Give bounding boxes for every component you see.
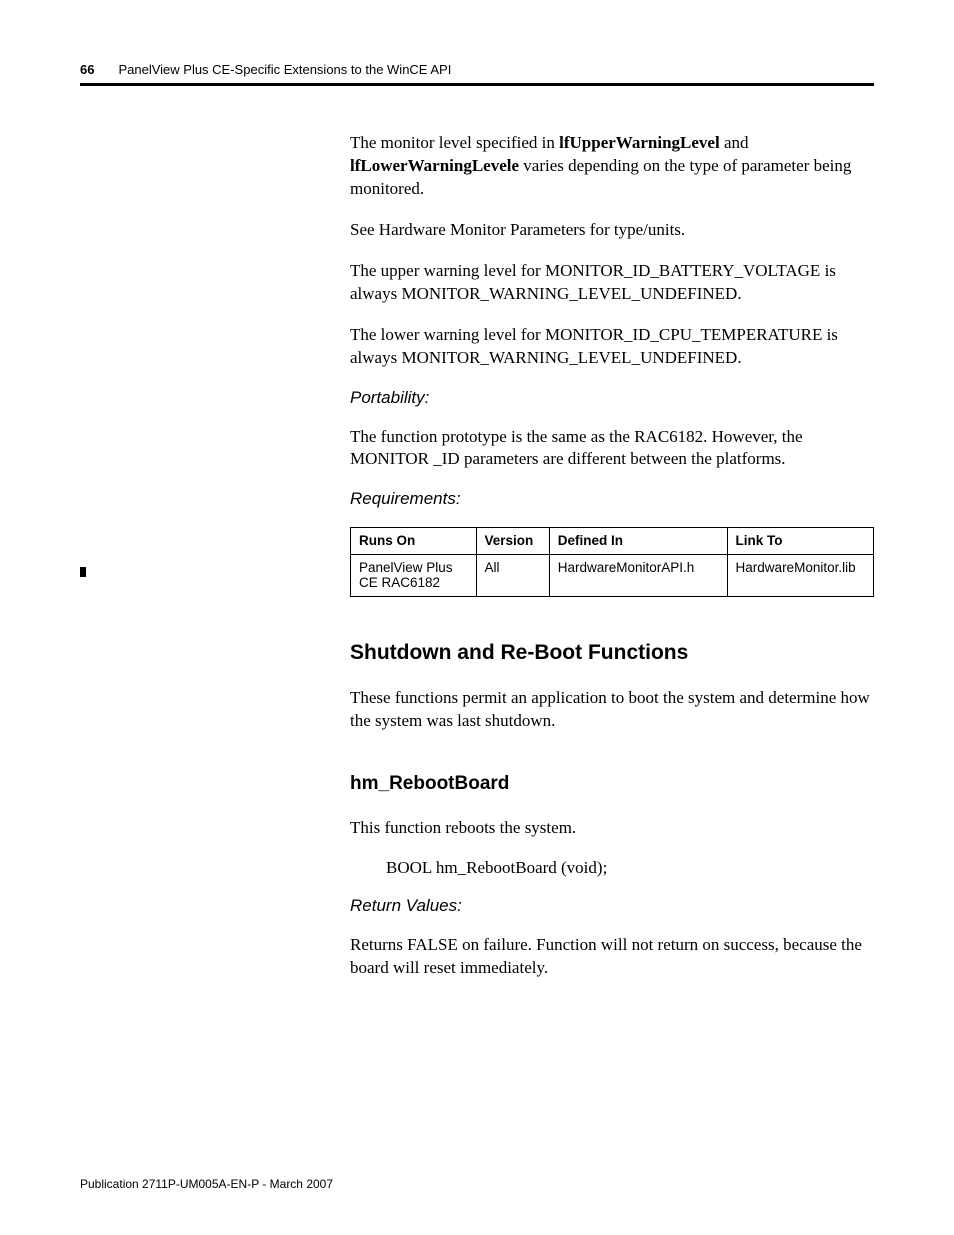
td-runs-on: PanelView Plus CE RAC6182 [351, 555, 477, 597]
page-header: 66 PanelView Plus CE-Specific Extensions… [80, 62, 874, 77]
th-version: Version [476, 528, 549, 555]
body-content: The monitor level specified in lfUpperWa… [350, 132, 874, 980]
header-title: PanelView Plus CE-Specific Extensions to… [118, 62, 451, 77]
paragraph-lower-warning: The lower warning level for MONITOR_ID_C… [350, 324, 874, 370]
function-prototype: BOOL hm_RebootBoard (void); [386, 858, 874, 878]
paragraph-monitor-level: The monitor level specified in lfUpperWa… [350, 132, 874, 201]
subhead-portability: Portability: [350, 388, 874, 408]
text: The monitor level specified in [350, 133, 559, 152]
subhead-return-values: Return Values: [350, 896, 874, 916]
footer-publication: Publication 2711P-UM005A-EN-P - March 20… [80, 1177, 333, 1191]
bold-term: lfLowerWarningLevele [350, 156, 519, 175]
th-runs-on: Runs On [351, 528, 477, 555]
heading-shutdown-reboot: Shutdown and Re-Boot Functions [350, 641, 874, 665]
paragraph-upper-warning: The upper warning level for MONITOR_ID_B… [350, 260, 874, 306]
paragraph-shutdown-desc: These functions permit an application to… [350, 687, 874, 733]
table-header-row: Runs On Version Defined In Link To [351, 528, 874, 555]
table-row: PanelView Plus CE RAC6182 All HardwareMo… [351, 555, 874, 597]
td-defined-in: HardwareMonitorAPI.h [549, 555, 727, 597]
td-link-to: HardwareMonitor.lib [727, 555, 873, 597]
th-defined-in: Defined In [549, 528, 727, 555]
page-number: 66 [80, 62, 94, 77]
bold-term: lfUpperWarningLevel [559, 133, 720, 152]
th-link-to: Link To [727, 528, 873, 555]
paragraph-portability-text: The function prototype is the same as th… [350, 426, 874, 472]
heading-hm-rebootboard: hm_RebootBoard [350, 773, 874, 795]
td-version: All [476, 555, 549, 597]
requirements-table: Runs On Version Defined In Link To Panel… [350, 527, 874, 597]
paragraph-reboot-desc: This function reboots the system. [350, 817, 874, 840]
subhead-requirements: Requirements: [350, 489, 874, 509]
change-bar-icon [80, 567, 86, 577]
paragraph-see-hw: See Hardware Monitor Parameters for type… [350, 219, 874, 242]
paragraph-return-desc: Returns FALSE on failure. Function will … [350, 934, 874, 980]
text: and [720, 133, 749, 152]
header-rule [80, 83, 874, 86]
